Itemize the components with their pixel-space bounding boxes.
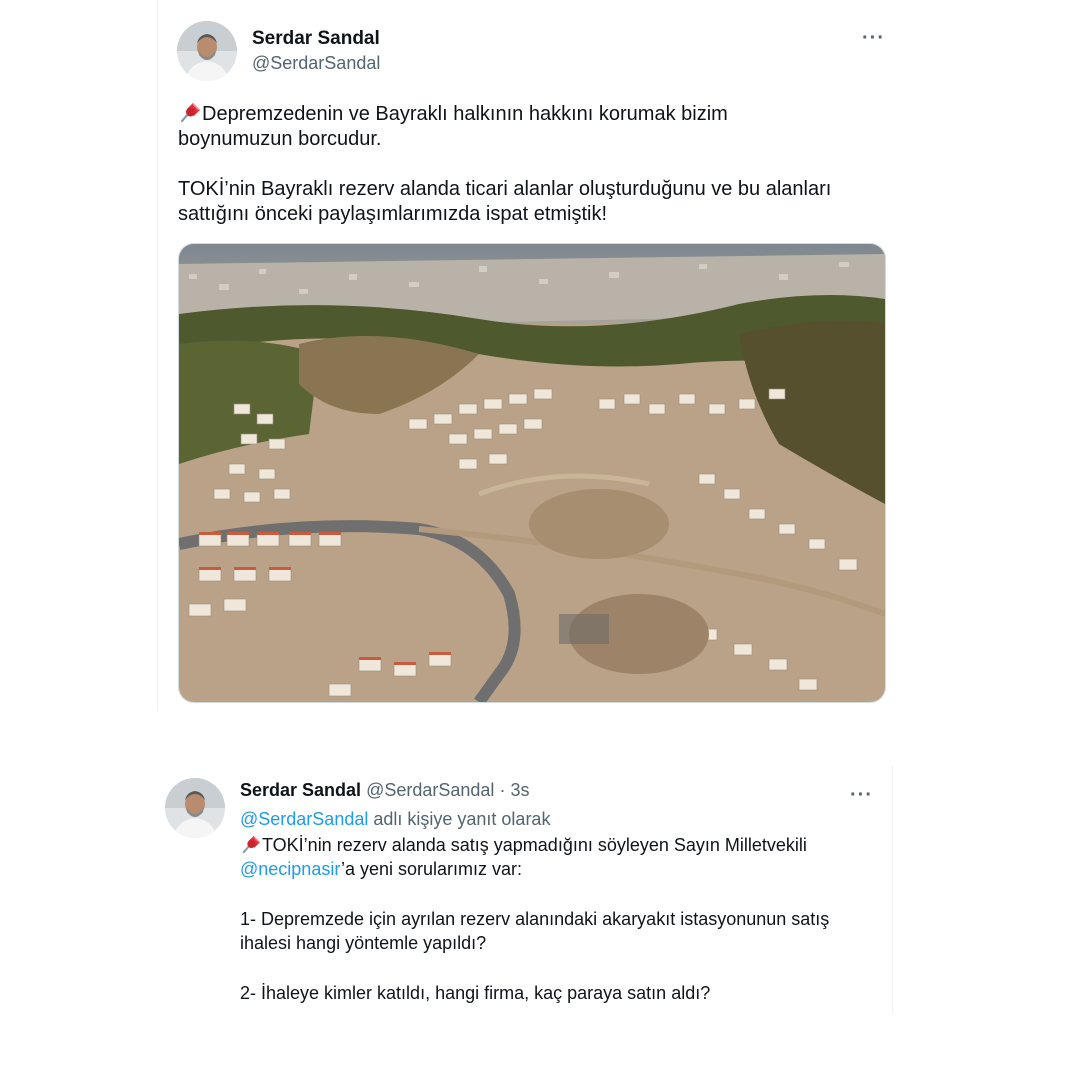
- tweet-line: @necipnasir’a yeni sorularımız var:: [240, 857, 890, 881]
- separator: ·: [499, 780, 506, 800]
- tweet1-left-border: [157, 0, 158, 710]
- tweet-line: sattığını önceki paylaşımlarımızda ispat…: [178, 203, 608, 225]
- author-handle[interactable]: @SerdarSandal: [252, 53, 380, 74]
- more-options-icon[interactable]: ···: [862, 28, 885, 48]
- author-name[interactable]: Serdar Sandal: [252, 28, 380, 50]
- tweet-photo[interactable]: [178, 243, 886, 703]
- mention-link[interactable]: @necipnasir: [240, 859, 341, 879]
- pushpin-icon: [178, 101, 202, 123]
- tweet-line-text: TOKİ’nin rezerv alanda satış yapmadığını…: [262, 835, 807, 855]
- tweet-header: Serdar Sandal @SerdarSandal · 3s: [240, 780, 529, 801]
- tweet2-right-border: [892, 765, 893, 1013]
- reply-context-text: adlı kişiye yanıt olarak: [368, 809, 551, 829]
- tweet-line: boynumuzun borcudur.: [178, 128, 382, 150]
- author-handle[interactable]: @SerdarSandal: [366, 780, 494, 800]
- tweet-line-text: Depremzedenin ve Bayraklı halkının hakkı…: [202, 103, 728, 125]
- more-options-icon[interactable]: ···: [850, 785, 873, 805]
- tweet-line: Depremzedenin ve Bayraklı halkının hakkı…: [178, 101, 898, 127]
- reply-mention-link[interactable]: @SerdarSandal: [240, 809, 368, 829]
- tweet-text: TOKİ’nin rezerv alanda satış yapmadığını…: [240, 833, 890, 1005]
- aerial-photo-image: [179, 244, 885, 702]
- reply-context: @SerdarSandal adlı kişiye yanıt olarak: [240, 807, 550, 831]
- avatar-image: [165, 778, 225, 838]
- avatar[interactable]: [165, 778, 225, 838]
- tweet-line: 1- Depremzede için ayrılan rezerv alanın…: [240, 909, 830, 929]
- tweet-line: ihalesi hangi yöntemle yapıldı?: [240, 933, 487, 953]
- pushpin-icon: [240, 834, 262, 854]
- author-name[interactable]: Serdar Sandal: [240, 780, 361, 800]
- tweet-line: TOKİ’nin Bayraklı rezerv alanda ticari a…: [178, 178, 832, 200]
- avatar[interactable]: [177, 21, 237, 81]
- timestamp[interactable]: 3s: [510, 780, 529, 800]
- tweet-line-text: ’a yeni sorularımız var:: [341, 859, 523, 879]
- tweet-line: 2- İhaleye kimler katıldı, hangi firma, …: [240, 983, 711, 1003]
- tweet-text: Depremzedenin ve Bayraklı halkının hakkı…: [178, 101, 898, 227]
- tweet-line: TOKİ’nin rezerv alanda satış yapmadığını…: [240, 833, 890, 857]
- avatar-image: [177, 21, 237, 81]
